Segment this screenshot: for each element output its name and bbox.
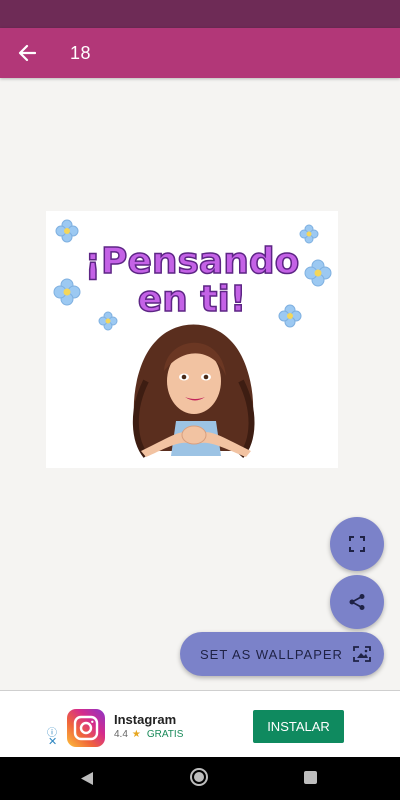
ad-price: GRATIS — [146, 729, 184, 740]
app-toolbar: 18 — [0, 28, 400, 78]
ad-rating: 4.4 — [114, 729, 128, 740]
nav-back-icon[interactable] — [80, 771, 94, 791]
wallpaper-icon — [353, 646, 371, 662]
fullscreen-button[interactable] — [330, 517, 384, 571]
ad-app-name: Instagram — [114, 712, 177, 727]
star-icon: ★ — [131, 729, 141, 740]
back-arrow-icon[interactable] — [15, 41, 39, 65]
system-nav-bar — [0, 757, 400, 800]
fullscreen-icon — [349, 536, 365, 552]
ad-meta: 4.4 ★ GRATIS — [114, 729, 183, 740]
nav-recents-icon[interactable] — [304, 771, 317, 784]
close-icon[interactable]: ✕ — [48, 735, 57, 748]
set-wallpaper-label: SET AS WALLPAPER — [200, 646, 343, 662]
sticker-image: ¡Pensando en ti! — [46, 211, 338, 468]
share-icon — [348, 593, 366, 611]
sticker-text-line1: ¡Pensando — [85, 241, 300, 282]
install-button[interactable]: INSTALAR — [253, 710, 344, 743]
ad-banner[interactable]: ⓘ ✕ Instagram 4.4 ★ GRATIS INSTALAR — [44, 705, 355, 750]
set-wallpaper-button[interactable]: SET AS WALLPAPER — [180, 632, 384, 676]
share-button[interactable] — [330, 575, 384, 629]
sticker-text-line2: en ti! — [138, 279, 247, 320]
nav-home-icon[interactable] — [190, 768, 208, 786]
avatar-illustration — [132, 324, 255, 458]
page-title: 18 — [70, 42, 92, 63]
status-bar — [0, 0, 400, 28]
instagram-logo-icon — [67, 709, 105, 747]
